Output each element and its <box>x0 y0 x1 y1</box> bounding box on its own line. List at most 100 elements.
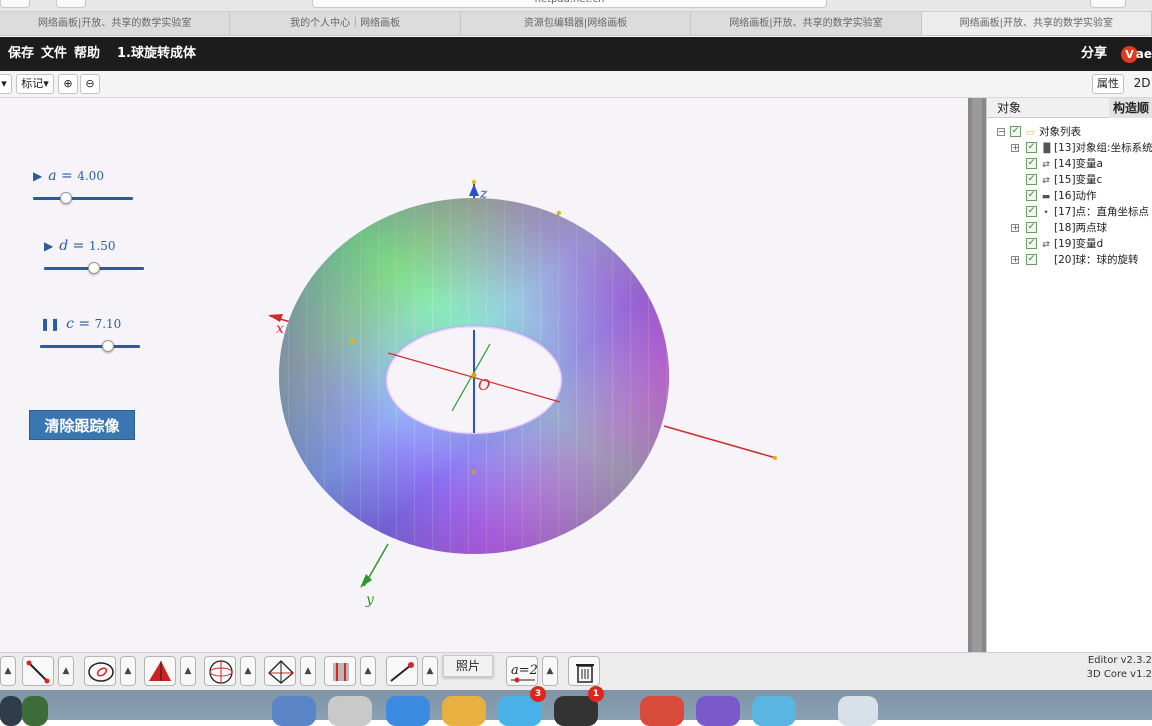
view-dropdown[interactable]: ▾ <box>0 74 12 94</box>
sidebar-button[interactable] <box>56 0 86 8</box>
slider-a-knob[interactable] <box>60 192 72 204</box>
app-header: 保存 文件 帮助 1.球旋转成体 分享 V ae <box>0 37 1152 71</box>
chevron-down-icon: ▾ <box>43 77 49 90</box>
variable-slider-tool[interactable]: a=2 <box>506 656 538 686</box>
checkbox-checked-icon[interactable]: ✓ <box>1026 158 1037 169</box>
clear-trace-button[interactable]: 清除跟踪像 <box>29 410 135 440</box>
slider-c-knob[interactable] <box>102 340 114 352</box>
terminal-icon[interactable] <box>0 696 22 726</box>
chart-icon: ▐▌ <box>1040 144 1054 154</box>
menu-help[interactable]: 帮助 <box>74 37 100 71</box>
checkbox-checked-icon[interactable]: ✓ <box>1026 190 1037 201</box>
menu-file[interactable]: 文件 <box>41 37 67 71</box>
trash-dock-icon[interactable] <box>838 696 878 726</box>
tool-menu-arrow[interactable]: ▲ <box>180 656 196 686</box>
pause-icon[interactable]: ❚❚ <box>40 317 60 331</box>
tool-menu-arrow[interactable]: ▲ <box>120 656 136 686</box>
app-icon[interactable] <box>696 696 740 726</box>
properties-button[interactable]: 属性 <box>1092 74 1124 94</box>
browser-tab[interactable]: 网络画板|开放、共享的数学实验室 <box>691 12 922 35</box>
point-on-torus[interactable] <box>349 338 355 344</box>
polyhedron-icon <box>268 660 294 684</box>
back-button[interactable] <box>0 0 30 8</box>
tree-root[interactable]: − ✓ ▭ 对象列表 <box>995 124 1152 140</box>
panel-splitter-handle[interactable] <box>972 98 982 652</box>
segment-tool[interactable] <box>22 656 54 686</box>
expand-icon[interactable]: + <box>1011 144 1019 152</box>
zoom-out-button[interactable]: ⊖ <box>80 74 100 94</box>
browser-tab-active[interactable]: 网络画板|开放、共享的数学实验室 <box>921 12 1152 35</box>
collapse-icon[interactable]: − <box>997 128 1005 136</box>
cone-tool[interactable] <box>144 656 176 686</box>
share-button[interactable]: 分享 <box>1081 37 1107 71</box>
address-bar[interactable]: netpad.net.cn <box>312 0 827 8</box>
zoom-in-button[interactable]: ⊕ <box>58 74 78 94</box>
finder-icon[interactable] <box>272 696 316 726</box>
tool-menu-arrow[interactable]: ▲ <box>542 656 558 686</box>
tab-objects[interactable]: 对象 <box>997 98 1021 118</box>
drawing-canvas[interactable]: x y z O ▶ a = 4.00 ▶ d = 1.50 ❚❚ c = 7.10 清… <box>0 98 968 652</box>
slider-d-label: ▶ d = 1.50 <box>44 238 116 254</box>
extension-button[interactable] <box>1090 0 1126 8</box>
slider-c-track[interactable] <box>40 345 140 348</box>
tool-palette: ▲ ▲ ▲ ▲ ▲ ▲ ▲ ▲ a=2 ▲ Editor v2.3.2 3D C… <box>0 652 1152 690</box>
checkbox-checked-icon[interactable]: ✓ <box>1026 238 1037 249</box>
tool-menu-arrow[interactable]: ▲ <box>0 656 16 686</box>
slider-d-knob[interactable] <box>88 262 100 274</box>
slider-a-track[interactable] <box>33 197 133 200</box>
checkbox-checked-icon[interactable]: ✓ <box>1010 126 1021 137</box>
launchpad-icon[interactable] <box>328 696 372 726</box>
tree-item[interactable]: + ✓ [18]两点球 <box>995 220 1152 236</box>
arrow-icon[interactable] <box>22 696 48 726</box>
tool-menu-arrow[interactable]: ▲ <box>240 656 256 686</box>
3d-scene[interactable]: x y z O <box>0 98 968 652</box>
object-tree: − ✓ ▭ 对象列表 + ✓ ▐▌ [13]对象组:坐标系统 ✓ ⇄ [14]变量a ✓ ⇄ [1… <box>995 124 1152 268</box>
x-axis-label: x <box>276 321 284 337</box>
play-icon[interactable]: ▶ <box>44 239 53 253</box>
trash-icon <box>576 664 594 683</box>
checkbox-checked-icon[interactable]: ✓ <box>1026 174 1037 185</box>
browser-tab[interactable]: 网络画板|开放、共享的数学实验室 <box>0 12 231 35</box>
origin-point[interactable] <box>471 372 477 378</box>
y-axis-endpoint <box>557 211 561 215</box>
tree-item[interactable]: ✓ ⇄ [14]变量a <box>995 156 1152 172</box>
tool-menu-arrow[interactable]: ▲ <box>360 656 376 686</box>
mode-2d-button[interactable]: 2D <box>1128 74 1152 94</box>
tree-item[interactable]: ✓ ⇄ [19]变量d <box>995 236 1152 252</box>
app-icon[interactable] <box>640 696 684 726</box>
photos-icon[interactable] <box>442 696 486 726</box>
checkbox-checked-icon[interactable]: ✓ <box>1026 142 1037 153</box>
menu-save[interactable]: 保存 <box>8 37 34 71</box>
checkbox-checked-icon[interactable]: ✓ <box>1026 222 1037 233</box>
delete-tool[interactable] <box>568 656 600 686</box>
cylinder-tool[interactable] <box>324 656 356 686</box>
tree-item-label: [19]变量d <box>1054 238 1104 250</box>
cylinder-icon <box>333 663 349 681</box>
tree-item[interactable]: ✓ ⇄ [15]变量c <box>995 172 1152 188</box>
play-icon[interactable]: ▶ <box>33 169 42 183</box>
expand-icon[interactable]: + <box>1011 224 1019 232</box>
tool-menu-arrow[interactable]: ▲ <box>58 656 74 686</box>
tree-item[interactable]: + ✓ ▐▌ [13]对象组:坐标系统 <box>995 140 1152 156</box>
tool-menu-arrow[interactable]: ▲ <box>422 656 438 686</box>
sphere-tool[interactable] <box>204 656 236 686</box>
checkbox-checked-icon[interactable]: ✓ <box>1026 206 1037 217</box>
tree-item[interactable]: + ✓ [20]球：球的旋转 <box>995 252 1152 268</box>
origin-label: O <box>478 376 490 394</box>
expand-icon[interactable]: + <box>1011 256 1019 264</box>
browser-tab[interactable]: 资源包编辑器|网络画板 <box>461 12 692 35</box>
point-marker[interactable] <box>472 470 476 474</box>
ellipse-tool[interactable] <box>84 656 116 686</box>
checkbox-checked-icon[interactable]: ✓ <box>1026 254 1037 265</box>
browser-tab[interactable]: 我的个人中心｜网络画板 <box>230 12 461 35</box>
app-icon[interactable] <box>752 696 796 726</box>
tool-menu-arrow[interactable]: ▲ <box>300 656 316 686</box>
point-line-tool[interactable] <box>386 656 418 686</box>
z-axis-arrow <box>469 184 479 196</box>
tree-item[interactable]: ✓ • [17]点：直角坐标点 <box>995 204 1152 220</box>
tree-item[interactable]: ✓ ▬ [16]动作 <box>995 188 1152 204</box>
polyhedron-tool[interactable] <box>264 656 296 686</box>
tab-construct[interactable]: 构造顺 <box>1109 98 1152 118</box>
mark-dropdown[interactable]: 标记▾ <box>16 74 54 94</box>
safari-icon[interactable] <box>386 696 430 726</box>
